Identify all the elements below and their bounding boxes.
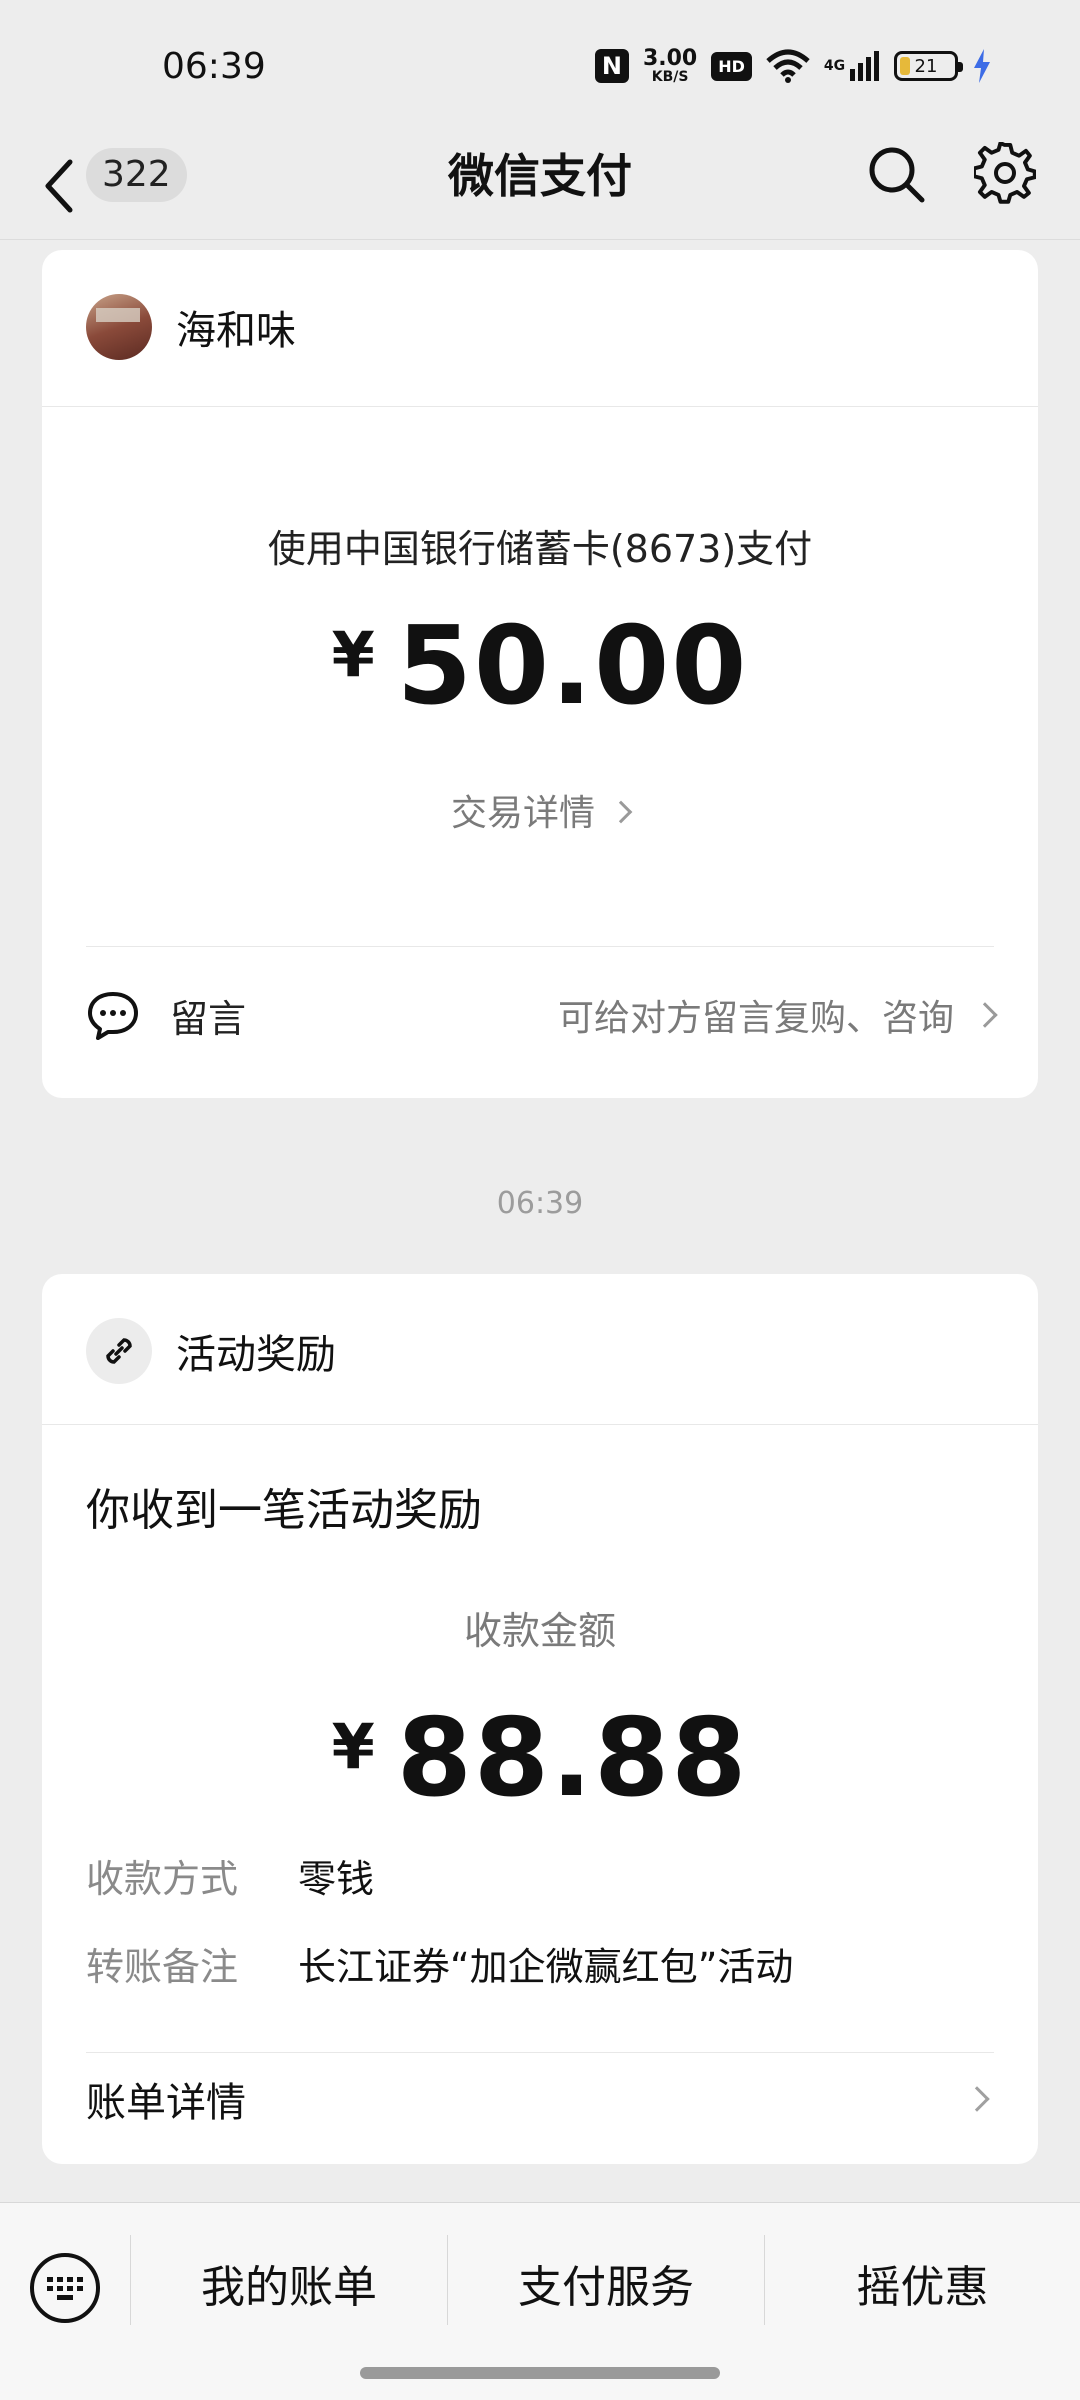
field-value: 零钱 <box>298 1857 375 1901</box>
link-icon <box>86 1318 152 1384</box>
amount-value: 88.88 <box>396 1696 749 1821</box>
transfer-note-field: 转账备注 长江证券“加企微赢红包”活动 <box>86 1936 793 1991</box>
divider <box>42 406 1038 407</box>
message-label: 留言 <box>170 996 247 1041</box>
field-value: 长江证券“加企微赢红包”活动 <box>298 1945 794 1989</box>
chevron-right-icon <box>964 2086 990 2112</box>
keyboard-icon[interactable] <box>30 2253 100 2323</box>
bottom-menu-bar: 我的账单 支付服务 摇优惠 <box>0 2202 1080 2400</box>
bill-detail-label: 账单详情 <box>86 2080 246 2126</box>
status-icons: N 3.00 KB/S HD 4G 21 <box>594 44 992 88</box>
divider <box>42 1424 1038 1425</box>
nav-header: 322 微信支付 <box>0 130 1080 240</box>
battery-icon: 21 <box>894 51 963 81</box>
merchant-name: 海和味 <box>176 308 296 354</box>
speed-unit: KB/S <box>651 69 689 85</box>
charging-bolt-icon <box>974 49 990 83</box>
gear-icon[interactable] <box>974 142 1036 204</box>
reward-headline: 你收到一笔活动奖励 <box>86 1485 482 1536</box>
reward-card: 活动奖励 你收到一笔活动奖励 收款金额 ¥ 88.88 收款方式 零钱 转账备注… <box>42 1274 1038 2164</box>
hd-badge: HD <box>711 51 752 81</box>
chat-bubble-icon <box>88 992 138 1040</box>
network-speed: 3.00 KB/S <box>642 46 698 85</box>
reward-title: 活动奖励 <box>176 1332 336 1378</box>
reward-header[interactable]: 活动奖励 <box>86 1318 336 1384</box>
battery-level: 21 <box>914 55 938 77</box>
bill-detail-link[interactable]: 账单详情 <box>86 2064 994 2134</box>
amount-value: 50.00 <box>396 604 749 729</box>
currency-symbol: ¥ <box>331 1710 375 1783</box>
payment-amount: ¥ 50.00 <box>42 612 1038 722</box>
chevron-right-icon <box>972 1002 998 1028</box>
field-key: 转账备注 <box>86 1945 239 1989</box>
speed-value: 3.00 <box>642 46 698 71</box>
currency-symbol: ¥ <box>331 618 375 691</box>
home-indicator[interactable] <box>360 2367 720 2379</box>
nfc-icon: N <box>594 49 629 83</box>
status-time: 06:39 <box>162 46 266 87</box>
pay-method: 使用中国银行储蓄卡(8673)支付 <box>267 527 813 571</box>
menu-payment-services[interactable]: 支付服务 <box>448 2253 764 2323</box>
divider <box>86 946 994 947</box>
menu-my-bills[interactable]: 我的账单 <box>131 2253 447 2323</box>
divider <box>86 2052 994 2053</box>
message-hint: 可给对方留言复购、咨询 <box>557 989 998 1041</box>
wifi-icon <box>766 49 810 83</box>
merchant-avatar <box>86 294 152 360</box>
chevron-right-icon <box>609 800 633 824</box>
cellular-signal-icon: 4G <box>824 51 880 81</box>
message-timestamp: 06:39 <box>496 1186 584 1221</box>
transaction-detail-link[interactable]: 交易详情 <box>42 784 1038 836</box>
field-key: 收款方式 <box>86 1857 239 1901</box>
amount-label: 收款金额 <box>463 1609 616 1653</box>
transaction-detail-label: 交易详情 <box>450 793 595 834</box>
search-icon[interactable] <box>866 144 926 204</box>
message-hint-text: 可给对方留言复购、咨询 <box>557 998 954 1039</box>
menu-shake-deals[interactable]: 摇优惠 <box>765 2253 1080 2323</box>
status-bar: 06:39 N 3.00 KB/S HD 4G 21 <box>0 0 1080 130</box>
reward-amount: ¥ 88.88 <box>42 1704 1038 1814</box>
payment-method-field: 收款方式 零钱 <box>86 1848 374 1903</box>
merchant-header[interactable]: 海和味 <box>86 294 296 360</box>
network-type: 4G <box>823 58 846 74</box>
signal-bars-icon <box>850 51 879 81</box>
payment-card: 海和味 使用中国银行储蓄卡(8673)支付 ¥ 50.00 交易详情 留言 可给… <box>42 250 1038 1098</box>
message-row[interactable]: 留言 可给对方留言复购、咨询 <box>86 970 998 1060</box>
